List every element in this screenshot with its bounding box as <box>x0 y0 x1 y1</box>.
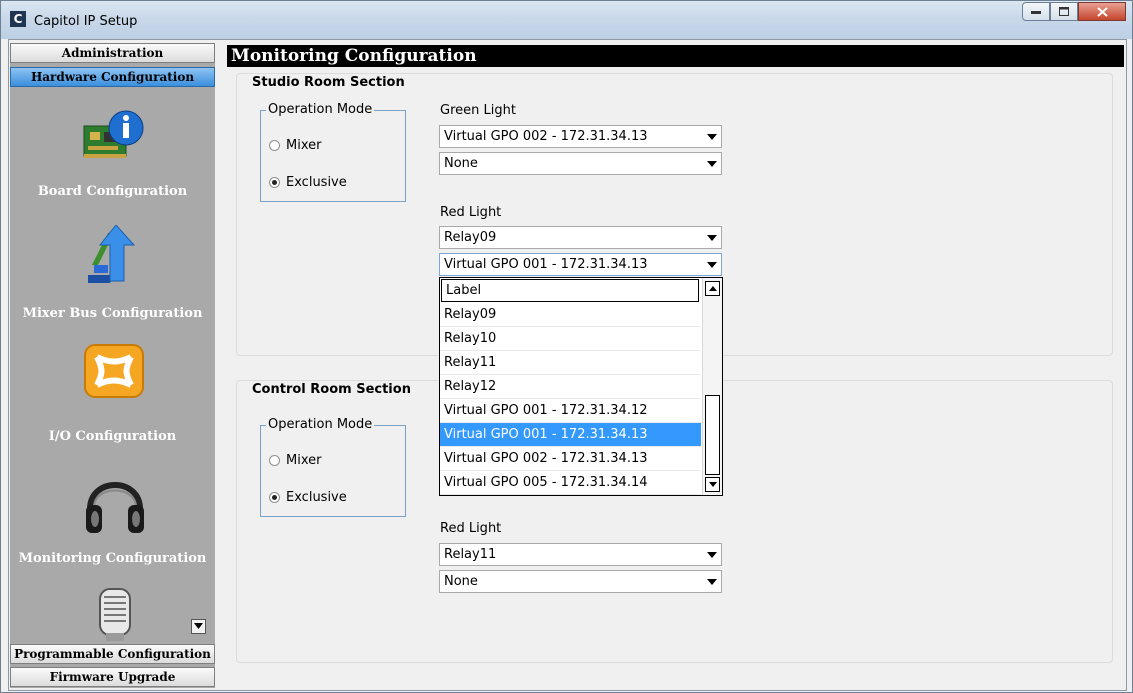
sidebar-item-io-configuration[interactable] <box>10 339 215 429</box>
control-operation-mode-title: Operation Mode <box>266 417 375 432</box>
chevron-down-icon <box>194 623 203 629</box>
sidebar-item-mixer-bus-configuration[interactable] <box>10 223 215 313</box>
sidebar-item-microphone[interactable] <box>10 587 215 643</box>
radio-checked-icon <box>269 492 280 503</box>
sidebar-button-programmable-configuration[interactable]: Programmable Configuration <box>10 644 215 664</box>
dropdown-arrow-icon <box>707 235 717 241</box>
sidebar-item-label-mixer-bus: Mixer Bus Configuration <box>22 306 203 321</box>
studio-mixer-label: Mixer <box>286 138 322 153</box>
sidebar: Administration Hardware Configuration Bo… <box>10 43 215 688</box>
control-red-light-label: Red Light <box>440 521 502 536</box>
dropdown-arrow-icon <box>707 552 717 558</box>
studio-red-light-select-2[interactable]: Virtual GPO 001 - 172.31.34.13 <box>439 253 722 276</box>
sidebar-button-firmware-upgrade[interactable]: Firmware Upgrade <box>10 667 215 687</box>
control-room-section-title: Control Room Section <box>252 382 415 397</box>
control-exclusive-radio[interactable]: Exclusive <box>269 490 347 505</box>
studio-operation-mode-title: Operation Mode <box>266 102 375 117</box>
scrollbar-thumb[interactable] <box>705 395 720 475</box>
studio-green-light-select-2[interactable]: None <box>439 152 722 175</box>
control-exclusive-label: Exclusive <box>286 490 347 505</box>
studio-green-light-value-1: Virtual GPO 002 - 172.31.34.13 <box>444 129 648 144</box>
board-icon <box>83 110 144 158</box>
control-red-light-select-2[interactable]: None <box>439 570 722 593</box>
window-title: Capitol IP Setup <box>34 14 138 29</box>
sidebar-item-label-monitoring: Monitoring Configuration <box>18 551 207 566</box>
io-icon <box>84 344 144 398</box>
studio-operation-mode-group: Operation Mode Mixer Exclusive <box>260 102 406 202</box>
radio-unchecked-icon <box>269 140 280 151</box>
studio-red-light-value-1: Relay09 <box>444 230 497 245</box>
page-title: Monitoring Configuration <box>227 45 1124 67</box>
dropdown-option-selected[interactable]: Virtual GPO 001 - 172.31.34.13 <box>440 423 701 447</box>
studio-exclusive-label: Exclusive <box>286 175 347 190</box>
studio-green-light-label: Green Light <box>440 103 516 118</box>
dropdown-option[interactable]: Relay10 <box>440 327 701 351</box>
sidebar-item-monitoring-configuration[interactable] <box>10 463 215 553</box>
dropdown-option[interactable]: Relay11 <box>440 351 701 375</box>
minimize-button[interactable] <box>1022 2 1050 21</box>
radio-unchecked-icon <box>269 455 280 466</box>
studio-red-light-select-1[interactable]: Relay09 <box>439 226 722 249</box>
dropdown-arrow-icon <box>707 579 717 585</box>
minimize-icon <box>1031 10 1041 14</box>
dropdown-scrollbar[interactable] <box>702 278 722 495</box>
scroll-up-arrow-icon[interactable] <box>705 281 720 296</box>
maximize-button[interactable] <box>1050 2 1078 21</box>
mixer-bus-icon <box>88 225 136 283</box>
control-red-light-value-1: Relay11 <box>444 547 497 562</box>
sidebar-scroll-down-button[interactable] <box>191 619 206 634</box>
dropdown-option[interactable]: Virtual GPO 002 - 172.31.34.13 <box>440 447 701 471</box>
studio-green-light-value-2: None <box>444 156 478 171</box>
dropdown-option[interactable]: Virtual GPO 001 - 172.31.34.12 <box>440 399 701 423</box>
sidebar-item-label-board: Board Configuration <box>37 184 188 199</box>
title-bar[interactable]: C Capitol IP Setup <box>1 1 1132 39</box>
dropdown-option[interactable]: Relay12 <box>440 375 701 399</box>
dropdown-arrow-icon <box>707 134 717 140</box>
control-mixer-radio[interactable]: Mixer <box>269 453 321 468</box>
window-controls <box>1022 2 1126 24</box>
dropdown-arrow-icon <box>707 262 717 268</box>
radio-checked-icon <box>269 177 280 188</box>
close-button[interactable] <box>1078 2 1126 21</box>
studio-exclusive-radio[interactable]: Exclusive <box>269 175 347 190</box>
control-mixer-label: Mixer <box>286 453 322 468</box>
control-red-light-select-1[interactable]: Relay11 <box>439 543 722 566</box>
dropdown-arrow-icon <box>707 161 717 167</box>
studio-green-light-select-1[interactable]: Virtual GPO 002 - 172.31.34.13 <box>439 125 722 148</box>
dropdown-option[interactable]: Label <box>441 279 699 302</box>
scroll-down-arrow-icon[interactable] <box>705 477 720 492</box>
sidebar-button-administration[interactable]: Administration <box>10 43 215 63</box>
control-operation-mode-group: Operation Mode Mixer Exclusive <box>260 417 406 517</box>
studio-room-section-title: Studio Room Section <box>252 75 409 90</box>
maximize-icon <box>1059 7 1069 16</box>
headphones-icon <box>86 482 144 533</box>
sidebar-item-label-io: I/O Configuration <box>48 429 177 444</box>
control-red-light-value-2: None <box>444 574 478 589</box>
sidebar-button-hardware-configuration[interactable]: Hardware Configuration <box>10 67 215 87</box>
microphone-icon <box>99 588 131 641</box>
dropdown-option[interactable]: Relay09 <box>440 303 701 327</box>
studio-mixer-radio[interactable]: Mixer <box>269 138 321 153</box>
red-light-dropdown-list[interactable]: Label Relay09 Relay10 Relay11 Relay12 Vi… <box>439 277 723 496</box>
dropdown-option[interactable]: Virtual GPO 005 - 172.31.34.14 <box>440 471 701 495</box>
studio-red-light-value-2: Virtual GPO 001 - 172.31.34.13 <box>444 257 648 272</box>
studio-red-light-label: Red Light <box>440 205 502 220</box>
close-icon <box>1096 6 1108 17</box>
app-logo-icon: C <box>10 11 26 27</box>
